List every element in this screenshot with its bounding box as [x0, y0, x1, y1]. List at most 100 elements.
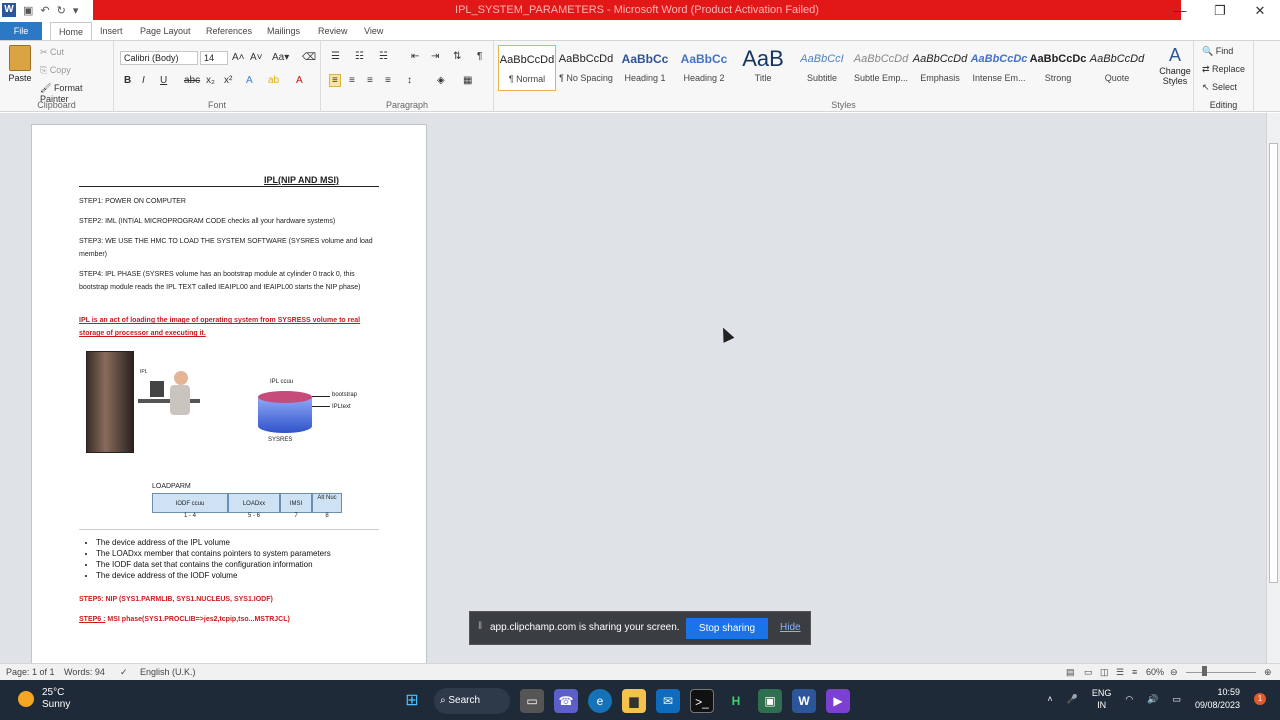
bullets-icon[interactable]: ☰ — [331, 51, 340, 62]
tab-file[interactable]: File — [0, 22, 42, 40]
wifi-icon[interactable]: ◠ — [1125, 694, 1133, 705]
bold-icon[interactable]: B — [124, 75, 131, 86]
view-web-layout-icon[interactable]: ◫ — [1100, 667, 1109, 678]
change-case-icon[interactable]: Aa▾ — [272, 52, 289, 63]
show-marks-icon[interactable]: ¶ — [477, 51, 482, 62]
weather-widget[interactable]: 25°C Sunny — [18, 687, 70, 711]
view-outline-icon[interactable]: ☰ — [1116, 667, 1124, 678]
style-normal[interactable]: AaBbCcDd ¶ Normal — [498, 45, 556, 91]
vertical-scrollbar[interactable] — [1266, 113, 1280, 663]
underline-icon[interactable]: U — [160, 75, 167, 86]
line-spacing-icon[interactable]: ↕ — [407, 75, 412, 86]
h-app-icon[interactable]: H — [724, 689, 748, 713]
microphone-icon[interactable]: 🎤 — [1067, 694, 1078, 705]
taskbar-search[interactable]: ⌕ Search — [434, 688, 510, 714]
show-hidden-icons-icon[interactable]: ˄ — [1047, 694, 1052, 704]
paste-button[interactable]: Paste — [5, 45, 35, 83]
drag-handle-icon[interactable]: ‖ — [478, 621, 482, 632]
text-effects-icon[interactable]: A — [246, 75, 253, 86]
input-language[interactable]: ENG IN — [1092, 687, 1112, 711]
minimize-button[interactable]: — — [1160, 0, 1200, 22]
font-name-select[interactable]: Calibri (Body) — [120, 51, 198, 65]
clear-formatting-icon[interactable]: ⌫ — [302, 52, 316, 63]
tab-page-layout[interactable]: Page Layout — [132, 22, 199, 40]
tab-review[interactable]: Review — [310, 22, 356, 40]
proofing-icon[interactable]: ✓ — [120, 667, 128, 678]
teams-chat-icon[interactable]: ☎ — [554, 689, 578, 713]
replace-button[interactable]: ⇄ Replace — [1202, 64, 1245, 75]
tab-references[interactable]: References — [198, 22, 260, 40]
highlight-icon[interactable]: ab — [268, 75, 279, 86]
remote-desktop-icon[interactable]: ▣ — [758, 689, 782, 713]
notification-badge[interactable]: 1 — [1254, 693, 1266, 705]
align-center-icon[interactable]: ≡ — [349, 75, 355, 86]
language-indicator[interactable]: English (U.K.) — [140, 667, 196, 677]
battery-icon[interactable]: ▭ — [1172, 694, 1181, 705]
decrease-indent-icon[interactable]: ⇤ — [411, 51, 419, 62]
edge-browser-icon[interactable]: e — [588, 689, 612, 713]
zoom-level[interactable]: 60% — [1146, 667, 1164, 677]
find-button[interactable]: 🔍 Find — [1202, 46, 1233, 57]
font-size-select[interactable]: 14 — [200, 51, 228, 65]
strikethrough-icon[interactable]: abc — [184, 75, 200, 86]
scrollbar-thumb[interactable] — [1269, 143, 1278, 583]
view-print-layout-icon[interactable]: ▤ — [1066, 667, 1075, 678]
numbering-icon[interactable]: ☷ — [355, 51, 364, 62]
start-icon[interactable]: ⊞ — [400, 689, 424, 713]
shading-icon[interactable]: ◈ — [437, 75, 445, 86]
style-heading-1[interactable]: AaBbCc Heading 1 — [616, 45, 674, 91]
document-page[interactable]: IPL(NIP AND MSI) STEP1: POWER ON COMPUTE… — [31, 124, 427, 664]
tab-home[interactable]: Home — [50, 22, 93, 40]
customize-qat-icon[interactable]: ▾ — [73, 4, 79, 17]
clock[interactable]: 10:59 09/08/2023 — [1195, 686, 1240, 712]
align-left-icon[interactable]: ≡ — [329, 74, 341, 87]
file-explorer-icon[interactable]: ▆ — [622, 689, 646, 713]
save-icon[interactable]: ▣ — [23, 4, 33, 17]
word-taskbar-icon[interactable]: W — [792, 689, 816, 713]
tab-view[interactable]: View — [356, 22, 391, 40]
justify-icon[interactable]: ≡ — [385, 75, 391, 86]
copy-button[interactable]: ⎘ Copy — [40, 65, 71, 76]
view-draft-icon[interactable]: ≡ — [1132, 667, 1137, 677]
superscript-icon[interactable]: x² — [224, 75, 232, 86]
word-count[interactable]: Words: 94 — [64, 667, 105, 677]
zoom-slider-thumb[interactable] — [1202, 666, 1207, 676]
style-no-spacing[interactable]: AaBbCcDd ¶ No Spacing — [557, 45, 615, 91]
mail-icon[interactable]: ✉ — [656, 689, 680, 713]
zoom-slider[interactable] — [1186, 672, 1256, 673]
restore-button[interactable]: ❐ — [1200, 0, 1240, 22]
style-title[interactable]: AaB Title — [734, 45, 792, 91]
close-button[interactable]: ✕ — [1240, 0, 1280, 22]
align-right-icon[interactable]: ≡ — [367, 75, 373, 86]
italic-icon[interactable]: I — [142, 75, 145, 86]
style-subtitle[interactable]: AaBbCcI Subtitle — [793, 45, 851, 91]
stop-sharing-button[interactable]: Stop sharing — [686, 618, 768, 639]
font-color-icon[interactable]: A — [296, 75, 303, 86]
style-emphasis[interactable]: AaBbCcDd Emphasis — [911, 45, 969, 91]
shrink-font-icon[interactable]: A˅ — [250, 52, 263, 63]
subscript-icon[interactable]: x₂ — [206, 75, 215, 86]
view-full-screen-icon[interactable]: ▭ — [1084, 667, 1093, 678]
tab-insert[interactable]: Insert — [92, 22, 131, 40]
increase-indent-icon[interactable]: ⇥ — [431, 51, 439, 62]
hide-banner-link[interactable]: Hide — [780, 622, 801, 633]
undo-icon[interactable]: ↶ — [40, 4, 49, 17]
page-count[interactable]: Page: 1 of 1 — [6, 667, 55, 677]
multilevel-list-icon[interactable]: ☵ — [379, 51, 388, 62]
style-quote[interactable]: AaBbCcDd Quote — [1088, 45, 1146, 91]
clipchamp-icon[interactable]: ▶ — [826, 689, 850, 713]
style-intense-emphasis[interactable]: AaBbCcDc Intense Em... — [970, 45, 1028, 91]
sort-icon[interactable]: ⇅ — [453, 51, 461, 62]
select-button[interactable]: ↖ Select — [1202, 82, 1237, 93]
borders-icon[interactable]: ▦ — [463, 75, 472, 86]
volume-icon[interactable]: 🔊 — [1147, 694, 1158, 705]
zoom-in-icon[interactable]: ⊕ — [1264, 667, 1272, 678]
tab-mailings[interactable]: Mailings — [259, 22, 308, 40]
zoom-out-icon[interactable]: ⊖ — [1170, 667, 1178, 678]
task-view-icon[interactable]: ▭ — [520, 689, 544, 713]
terminal-icon[interactable]: >_ — [690, 689, 714, 713]
word-app-icon[interactable]: W — [2, 3, 16, 17]
style-strong[interactable]: AaBbCcDc Strong — [1029, 45, 1087, 91]
grow-font-icon[interactable]: A˄ — [232, 52, 245, 63]
style-subtle-emphasis[interactable]: AaBbCcDd Subtle Emp... — [852, 45, 910, 91]
